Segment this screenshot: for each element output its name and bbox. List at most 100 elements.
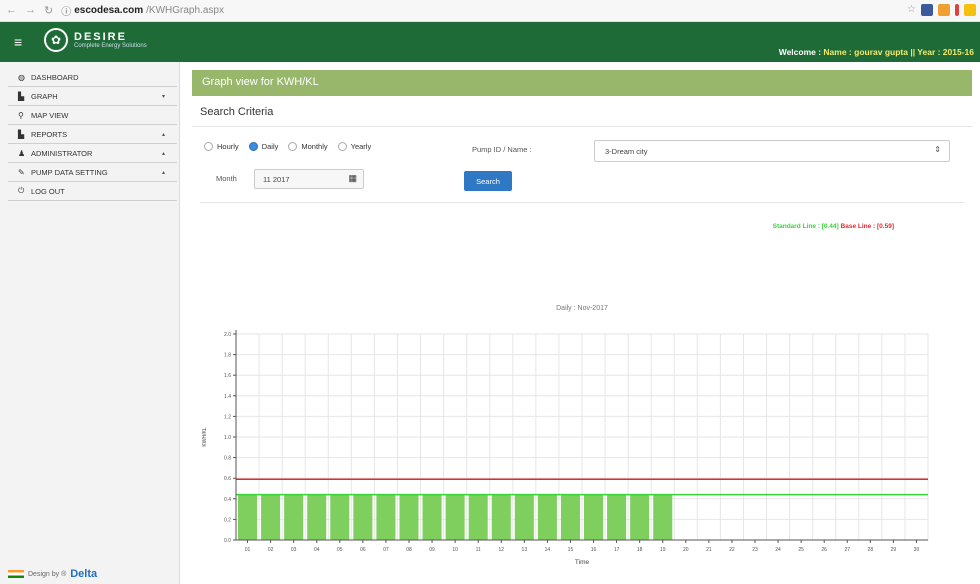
sidebar-item-label: ADMINISTRATOR [31, 148, 93, 158]
sidebar-item-label: LOG OUT [31, 186, 65, 196]
x-axis-label: Time [575, 559, 590, 566]
main-content: Graph view for KWH/KL Search Criteria Ho… [192, 70, 972, 584]
sidebar-item-administrator[interactable]: ♟ ADMINISTRATOR ▴ [8, 144, 177, 163]
pump-select-value: 3-Dream city [605, 147, 648, 156]
radio-circle[interactable] [337, 142, 347, 151]
radio-yearly[interactable]: Yearly [337, 142, 372, 151]
user-icon: ♟ [18, 148, 26, 158]
radio-label: Hourly [217, 142, 239, 151]
reload-icon[interactable]: ↻ [44, 4, 53, 17]
bar-18 [630, 494, 650, 540]
x-tick-label: 28 [868, 547, 874, 553]
radio-label: Daily [261, 142, 279, 151]
bar-09 [422, 494, 442, 540]
extension-icon[interactable] [964, 4, 976, 16]
x-tick-label: 27 [844, 547, 850, 553]
sidebar-item-map-view[interactable]: ⚲ MAP VIEW [8, 106, 177, 125]
sidebar-item-label: REPORTS [31, 129, 68, 139]
browser-nav: ← → ↻ [0, 4, 53, 17]
caret-icon: ▴ [161, 169, 165, 176]
kwh-chart: Daily : Nov-2017 0.0 0.2 0.4 0.6 0.8 1.0 1.2 1.4… [202, 305, 929, 566]
x-tick-label: 25 [798, 547, 804, 553]
x-tick-label: 16 [591, 547, 597, 553]
x-tick-label: 11 [476, 547, 481, 553]
extension-icon[interactable] [921, 4, 933, 16]
caret-icon: ▾ [161, 93, 165, 100]
welcome-details: Name : gourav gupta || Year : 2015-16 [823, 47, 974, 57]
x-tick-label: 09 [429, 547, 435, 553]
bar-17 [607, 494, 627, 540]
x-tick-label: 24 [775, 547, 781, 553]
search-button[interactable]: Search [464, 171, 512, 191]
extension-icon[interactable] [938, 4, 950, 16]
x-tick-label: 30 [914, 547, 920, 553]
welcome-prefix: Welcome : [778, 47, 824, 57]
y-tick-label: 0.2 [224, 517, 231, 523]
sidebar-item-pump-data-setting[interactable]: ✎ PUMP DATA SETTING ▴ [8, 163, 177, 182]
sidebar-item-dashboard[interactable]: ◍ DASHBOARD [8, 68, 177, 87]
x-tick-label: 22 [729, 547, 735, 553]
sidebar: ◍ DASHBOARD ▙ GRAPH ▾ ⚲ MAP VIEW ▙ REPORTS ▴ ♟ ADMI… [0, 62, 180, 584]
logo-mark-icon: ✿ [44, 28, 68, 52]
url-domain: escodesa.com [74, 5, 144, 16]
radio-daily[interactable]: Daily [248, 142, 279, 151]
radio-circle[interactable] [248, 142, 258, 151]
radio-label: Monthly [301, 142, 328, 151]
x-tick-label: 26 [821, 547, 827, 553]
wrench-icon: ✎ [18, 167, 25, 177]
back-icon[interactable]: ← [6, 4, 17, 17]
bar-10 [445, 494, 465, 540]
x-tick-label: 29 [891, 547, 897, 553]
hamburger-menu-icon[interactable]: ≡ [14, 34, 22, 50]
bar-02 [261, 494, 281, 540]
radio-circle[interactable] [288, 142, 298, 151]
bar-01 [238, 494, 258, 540]
bar-12 [491, 494, 511, 540]
radio-circle[interactable] [204, 142, 213, 151]
calendar-icon[interactable]: ▦ [348, 173, 357, 184]
brand-name: DESIRE [74, 31, 127, 43]
radio-label: Yearly [350, 142, 372, 151]
bar-04 [307, 494, 327, 540]
x-tick-label: 23 [752, 547, 758, 553]
x-tick-label: 15 [568, 547, 574, 553]
brand-logo[interactable]: ✿ DESIRE Complete Energy Solutions [44, 28, 147, 52]
divider [200, 202, 964, 203]
bar-03 [284, 494, 304, 540]
delta-logo: Delta [70, 568, 98, 580]
x-tick-label: 20 [683, 547, 689, 553]
address-bar[interactable]: ⓘ escodesa.com/KWHGraph.aspx [61, 3, 224, 18]
y-tick-label: 1.6 [224, 373, 231, 379]
standard-line-legend: Standard Line : [0.44] [772, 223, 839, 230]
star-icon[interactable]: ☆ [907, 4, 916, 16]
month-input[interactable]: 11 2017 ▦ [254, 169, 364, 189]
chart-title: Daily : Nov-2017 [556, 305, 608, 312]
bar-15 [560, 494, 580, 540]
sidebar-item-reports[interactable]: ▙ REPORTS ▴ [8, 125, 177, 144]
y-tick-label: 0.0 [224, 538, 231, 544]
extension-icon[interactable] [955, 4, 959, 16]
sidebar-item-log-out[interactable]: ⏻ LOG OUT [8, 182, 177, 201]
month-label: Month [216, 174, 237, 183]
x-tick-label: 10 [452, 547, 458, 553]
x-tick-label: 02 [268, 547, 274, 553]
radio-monthly[interactable]: Monthly [288, 142, 328, 151]
pump-select[interactable]: 3-Dream city ⇕ [594, 140, 950, 162]
chart-legend: Standard Line : [0.44] Base Line : [0.59… [773, 223, 894, 230]
sidebar-footer: Design by ® Delta [8, 568, 97, 580]
y-tick-label: 1.4 [224, 394, 231, 400]
base-line-legend: Base Line : [0.59] [840, 223, 894, 230]
map-marker-icon: ⚲ [18, 110, 24, 120]
bar-19 [653, 494, 673, 540]
y-tick-label: 0.4 [224, 497, 231, 503]
x-tick-label: 19 [660, 547, 666, 553]
forward-icon[interactable]: → [25, 4, 36, 17]
browser-toolbar: ← → ↻ ⓘ escodesa.com/KWHGraph.aspx ☆ [0, 0, 980, 22]
bar-13 [514, 494, 534, 540]
x-tick-label: 07 [383, 547, 389, 553]
page-info-icon[interactable]: ⓘ [61, 3, 71, 18]
caret-icon: ▴ [161, 150, 165, 157]
radio-hourly[interactable]: Hourly [204, 142, 239, 151]
sidebar-item-graph[interactable]: ▙ GRAPH ▾ [8, 87, 177, 106]
interval-radio-group: Hourly Daily Monthly Yearly [204, 142, 371, 151]
